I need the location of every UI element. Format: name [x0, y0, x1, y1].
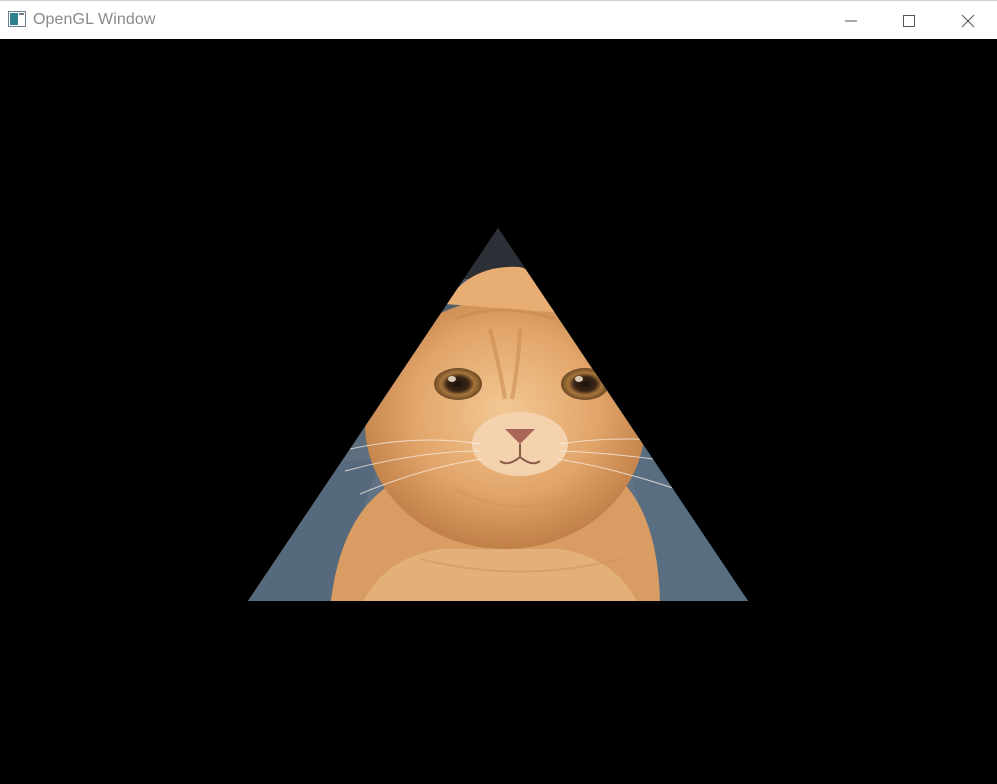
- cat-eye-right: [561, 368, 609, 400]
- maximize-icon: [903, 14, 915, 27]
- gl-viewport[interactable]: [0, 39, 997, 784]
- textured-triangle: [248, 228, 748, 601]
- minimize-icon: [845, 15, 857, 27]
- cat-eye-left: [434, 368, 482, 400]
- minimize-button[interactable]: [822, 1, 880, 40]
- close-button[interactable]: [939, 1, 997, 40]
- close-icon: [961, 14, 975, 28]
- render-canvas: [248, 228, 748, 601]
- app-window-icon: [8, 11, 26, 27]
- opengl-window: OpenGL Window: [0, 0, 997, 784]
- window-title: OpenGL Window: [33, 11, 156, 28]
- title-bar[interactable]: OpenGL Window: [0, 0, 997, 39]
- maximize-button[interactable]: [880, 1, 938, 40]
